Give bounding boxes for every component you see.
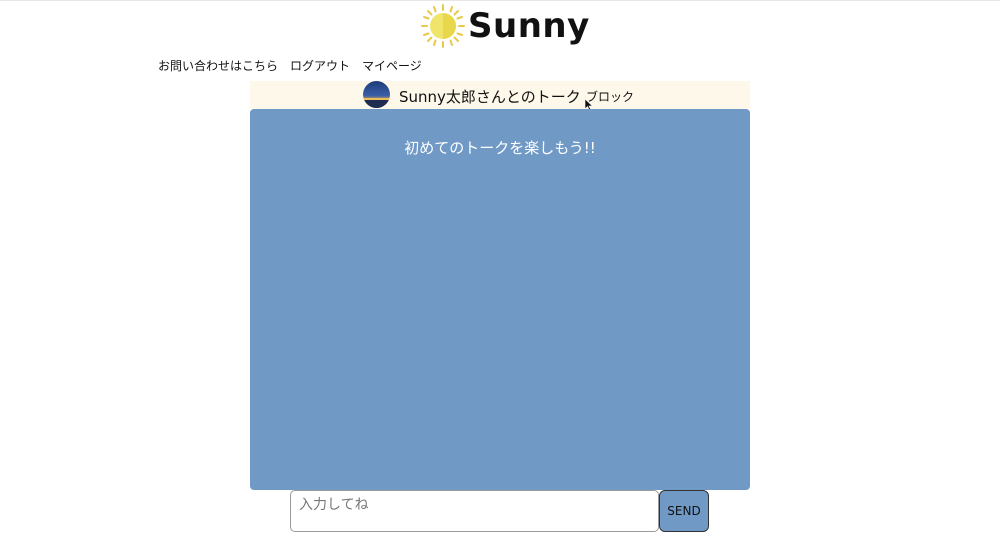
talk-title: Sunny太郎さんとのトーク [399,88,581,106]
talk-header: Sunny太郎さんとのトーク ブロック [250,81,750,109]
sun-icon [421,4,465,48]
chat-messages-area[interactable]: 初めてのトークを楽しもう!! [250,109,750,490]
message-input[interactable] [290,490,659,532]
logo[interactable]: Sunny [420,3,590,49]
brand-name: Sunny [468,6,590,46]
nav-logout-link[interactable]: ログアウト [290,57,350,74]
top-nav: お問い合わせはこちら ログアウト マイページ [158,57,422,74]
page: Sunny お問い合わせはこちら ログアウト マイページ Sunny太郎さんとの… [0,0,1000,548]
nav-contact-link[interactable]: お問い合わせはこちら [158,57,278,74]
empty-chat-message: 初めてのトークを楽しもう!! [404,139,596,157]
avatar[interactable] [363,81,390,108]
send-button[interactable]: SEND [659,490,709,532]
avatar-image [363,81,390,108]
block-button[interactable]: ブロック [586,88,634,105]
nav-mypage-link[interactable]: マイページ [362,57,422,74]
